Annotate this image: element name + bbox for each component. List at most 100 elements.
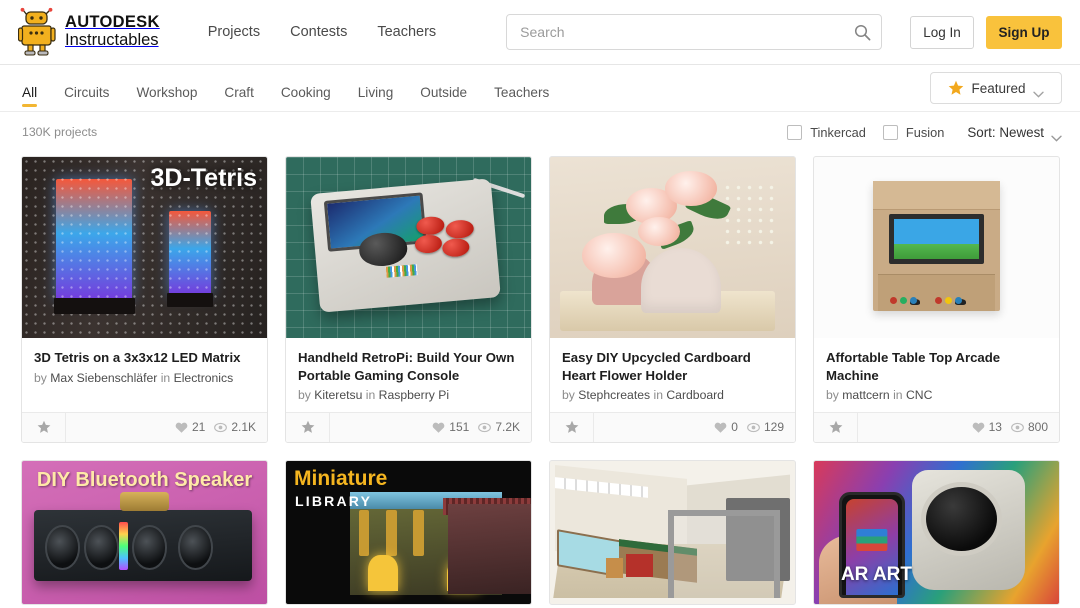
- project-channel[interactable]: CNC: [906, 388, 932, 402]
- project-card-footer: 21 2.1K: [22, 411, 267, 442]
- nav-item-contests[interactable]: Contests: [290, 24, 347, 40]
- eye-icon: [747, 421, 760, 434]
- category-tab-all[interactable]: All: [22, 85, 38, 111]
- by-prefix: by: [562, 388, 575, 403]
- project-thumbnail[interactable]: Miniature LIBRARY: [286, 460, 531, 604]
- in-prefix: in: [653, 388, 663, 403]
- filter-fusion[interactable]: Fusion: [882, 124, 945, 140]
- project-card[interactable]: Easy DIY Upcycled Cardboard Heart Flower…: [549, 156, 796, 443]
- project-title[interactable]: 3D Tetris on a 3x3x12 LED Matrix: [34, 349, 255, 367]
- project-card[interactable]: [549, 459, 796, 605]
- views-count: 7.2K: [495, 420, 520, 435]
- favorite-button[interactable]: [550, 412, 594, 442]
- tinkercad-checkbox[interactable]: [787, 124, 803, 140]
- tinkercad-label: Tinkercad: [810, 124, 866, 140]
- sort-dropdown[interactable]: Sort: Newest: [967, 124, 1062, 142]
- project-byline: by Max Siebenschläfer in Electronics: [34, 371, 255, 387]
- favorite-button[interactable]: [814, 412, 858, 442]
- project-card-footer: 151 7.2K: [286, 411, 531, 442]
- project-thumbnail[interactable]: [550, 460, 795, 604]
- filter-tinkercad[interactable]: Tinkercad: [787, 124, 866, 140]
- fusion-label: Fusion: [905, 124, 945, 140]
- favorite-button[interactable]: [286, 412, 330, 442]
- project-title[interactable]: Affortable Table Top Arcade Machine: [826, 349, 1047, 384]
- featured-dropdown[interactable]: Featured: [930, 72, 1062, 104]
- project-card[interactable]: AR ART: [813, 459, 1060, 605]
- views-stat: 7.2K: [478, 420, 520, 434]
- featured-label: Featured: [971, 80, 1026, 96]
- category-tab-circuits[interactable]: Circuits: [64, 85, 109, 111]
- eye-icon: [478, 421, 492, 434]
- chevron-down-icon: [1032, 85, 1044, 98]
- project-card[interactable]: Affortable Table Top Arcade Machine by m…: [813, 156, 1060, 443]
- project-author[interactable]: Kiteretsu: [314, 388, 362, 402]
- chevron-down-icon: [1051, 129, 1062, 142]
- project-channel[interactable]: Raspberry Pi: [379, 388, 449, 402]
- brand-line-instructables: Instructables: [65, 31, 159, 49]
- nav-item-projects[interactable]: Projects: [208, 24, 260, 40]
- heart-icon: [972, 421, 985, 434]
- project-author[interactable]: Max Siebenschläfer: [50, 371, 157, 385]
- project-title[interactable]: Easy DIY Upcycled Cardboard Heart Flower…: [562, 349, 783, 384]
- project-stats: 21 2.1K: [66, 413, 267, 442]
- category-tab-living[interactable]: Living: [358, 85, 394, 111]
- project-channel[interactable]: Electronics: [174, 371, 234, 385]
- thumbnail-overlay-text: DIY Bluetooth Speaker: [36, 468, 253, 491]
- sign-up-button[interactable]: Sign Up: [986, 15, 1062, 49]
- log-in-button[interactable]: Log In: [910, 15, 974, 49]
- heart-icon: [175, 421, 188, 434]
- category-tabs: All Circuits Workshop Craft Cooking Livi…: [22, 65, 549, 111]
- project-thumbnail[interactable]: [550, 157, 795, 338]
- project-card-body: Easy DIY Upcycled Cardboard Heart Flower…: [550, 338, 795, 412]
- project-card[interactable]: 3D-Tetris 3D Tetris on a 3x3x12 LED Matr…: [21, 156, 268, 443]
- category-tab-workshop[interactable]: Workshop: [136, 85, 197, 111]
- nav-item-teachers[interactable]: Teachers: [377, 24, 436, 40]
- project-card[interactable]: Miniature LIBRARY: [285, 459, 532, 605]
- sort-label: Sort: Newest: [967, 124, 1044, 140]
- category-tab-outside[interactable]: Outside: [420, 85, 467, 111]
- project-card[interactable]: DIY Bluetooth Speaker: [21, 459, 268, 605]
- project-thumbnail[interactable]: [286, 157, 531, 338]
- main-navigation: Projects Contests Teachers: [208, 24, 436, 40]
- views-stat: 129: [747, 420, 784, 434]
- likes-count: 0: [731, 420, 738, 435]
- project-card-body: 3D Tetris on a 3x3x12 LED Matrix by Max …: [22, 338, 267, 412]
- thumbnail-overlay-text-primary: Miniature: [294, 466, 388, 490]
- search-icon[interactable]: [854, 24, 871, 41]
- brand-wordmark: AUTODESK Instructables: [65, 13, 160, 50]
- project-byline: by Kiteretsu in Raspberry Pi: [298, 388, 519, 404]
- project-card-body: Affortable Table Top Arcade Machine by m…: [814, 338, 1059, 412]
- views-count: 2.1K: [231, 420, 256, 435]
- project-card-body: Handheld RetroPi: Build Your Own Portabl…: [286, 338, 531, 412]
- site-header: AUTODESK Instructables Projects Contests…: [0, 0, 1080, 65]
- project-author[interactable]: Stephcreates: [578, 388, 650, 402]
- brand-logo-link[interactable]: AUTODESK Instructables: [17, 7, 160, 57]
- search-box[interactable]: [506, 14, 883, 50]
- likes-stat: 21: [175, 420, 205, 434]
- project-channel[interactable]: Cardboard: [666, 388, 724, 402]
- instructables-robot-icon: [17, 7, 56, 57]
- project-byline: by mattcern in CNC: [826, 388, 1047, 404]
- thumbnail-overlay-text: AR ART: [840, 563, 913, 585]
- category-tab-teachers[interactable]: Teachers: [494, 85, 549, 111]
- category-tab-cooking[interactable]: Cooking: [281, 85, 331, 111]
- project-title[interactable]: Handheld RetroPi: Build Your Own Portabl…: [298, 349, 519, 384]
- project-stats: 151 7.2K: [330, 413, 531, 442]
- by-prefix: by: [34, 370, 47, 385]
- search-input[interactable]: [520, 24, 855, 40]
- project-card-footer: 13 800: [814, 411, 1059, 442]
- project-card[interactable]: Handheld RetroPi: Build Your Own Portabl…: [285, 156, 532, 443]
- thumbnail-overlay-text-secondary: LIBRARY: [295, 492, 373, 509]
- project-thumbnail[interactable]: [814, 157, 1059, 338]
- heart-icon: [432, 421, 445, 434]
- fusion-checkbox[interactable]: [882, 124, 898, 140]
- project-card-footer: 0 129: [550, 411, 795, 442]
- project-thumbnail[interactable]: DIY Bluetooth Speaker: [22, 460, 267, 604]
- project-thumbnail[interactable]: 3D-Tetris: [22, 157, 267, 338]
- project-thumbnail[interactable]: AR ART: [814, 460, 1059, 604]
- favorite-button[interactable]: [22, 412, 66, 442]
- by-prefix: by: [298, 388, 311, 403]
- category-tab-craft[interactable]: Craft: [224, 85, 253, 111]
- project-author[interactable]: mattcern: [842, 388, 889, 402]
- heart-icon: [714, 421, 727, 434]
